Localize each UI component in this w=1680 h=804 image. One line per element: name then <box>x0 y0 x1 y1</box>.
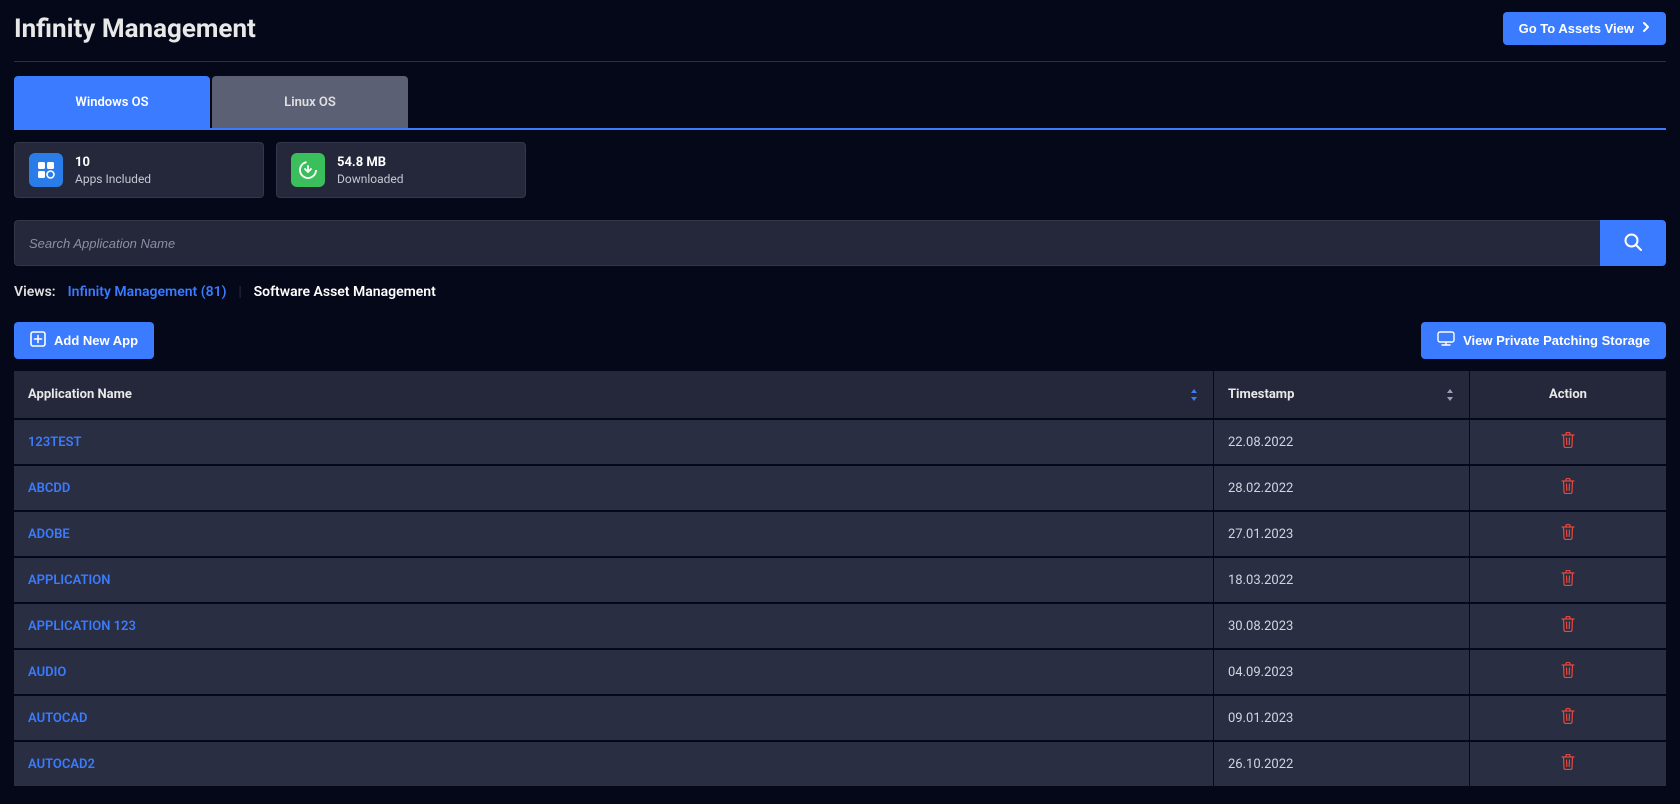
timestamp-cell: 09.01.2023 <box>1214 694 1470 740</box>
table-row: 123TEST 22.08.2022 <box>14 418 1666 464</box>
table-row: AUDIO 04.09.2023 <box>14 648 1666 694</box>
chevron-right-icon <box>1642 21 1650 36</box>
download-icon <box>291 153 325 187</box>
app-name-link[interactable]: AUDIO <box>28 665 66 680</box>
views-label: Views: <box>14 284 56 300</box>
sort-icon[interactable] <box>1189 388 1199 402</box>
timestamp-cell: 22.08.2022 <box>1214 418 1470 464</box>
actions-row: Add New App View Private Patching Storag… <box>14 322 1666 359</box>
tab-windows-os[interactable]: Windows OS <box>14 76 210 128</box>
table-row: ADOBE 27.01.2023 <box>14 510 1666 556</box>
view-private-patching-button[interactable]: View Private Patching Storage <box>1421 322 1666 359</box>
trash-icon[interactable] <box>1561 708 1575 724</box>
trash-icon[interactable] <box>1561 524 1575 540</box>
app-name-link[interactable]: ADOBE <box>28 527 70 542</box>
timestamp-cell: 28.02.2022 <box>1214 464 1470 510</box>
th-timestamp[interactable]: Timestamp <box>1214 371 1470 418</box>
tab-linux-label: Linux OS <box>284 95 336 110</box>
th-timestamp-label: Timestamp <box>1228 387 1294 402</box>
add-new-app-button[interactable]: Add New App <box>14 322 154 359</box>
app-name-link[interactable]: AUTOCAD <box>28 711 88 726</box>
table-row: APPLICATION 18.03.2022 <box>14 556 1666 602</box>
add-new-app-label: Add New App <box>54 333 138 348</box>
table-row: ABCDD 28.02.2022 <box>14 464 1666 510</box>
go-to-assets-label: Go To Assets View <box>1519 21 1634 36</box>
trash-icon[interactable] <box>1561 616 1575 632</box>
app-name-link[interactable]: APPLICATION 123 <box>28 619 136 634</box>
timestamp-cell: 30.08.2023 <box>1214 602 1470 648</box>
th-application-name[interactable]: Application Name <box>14 371 1214 418</box>
trash-icon[interactable] <box>1561 570 1575 586</box>
th-action-label: Action <box>1549 387 1587 402</box>
app-name-link[interactable]: 123TEST <box>28 435 82 450</box>
page-title: Infinity Management <box>14 14 256 44</box>
stats-row: 10 Apps Included 54.8 MB Downloaded <box>14 142 1666 198</box>
views-separator: | <box>239 284 242 300</box>
app-name-link[interactable]: AUTOCAD2 <box>28 757 95 772</box>
table-row: AUTOCAD 09.01.2023 <box>14 694 1666 740</box>
os-tabs: Windows OS Linux OS <box>14 76 1666 130</box>
tab-linux-os[interactable]: Linux OS <box>212 76 408 128</box>
app-name-link[interactable]: APPLICATION <box>28 573 110 588</box>
timestamp-cell: 26.10.2022 <box>1214 740 1470 786</box>
views-link-sam[interactable]: Software Asset Management <box>254 284 436 300</box>
trash-icon[interactable] <box>1561 662 1575 678</box>
apps-value: 10 <box>75 155 151 170</box>
timestamp-cell: 18.03.2022 <box>1214 556 1470 602</box>
tab-windows-label: Windows OS <box>75 95 148 110</box>
views-row: Views: Infinity Management (81) | Softwa… <box>14 284 1666 300</box>
apps-icon <box>29 153 63 187</box>
page-header: Infinity Management Go To Assets View <box>14 12 1666 62</box>
timestamp-cell: 27.01.2023 <box>1214 510 1470 556</box>
table-row: APPLICATION 123 30.08.2023 <box>14 602 1666 648</box>
plus-square-icon <box>30 331 46 350</box>
go-to-assets-button[interactable]: Go To Assets View <box>1503 12 1666 45</box>
trash-icon[interactable] <box>1561 478 1575 494</box>
timestamp-cell: 04.09.2023 <box>1214 648 1470 694</box>
applications-table: Application Name Timestamp <box>14 371 1666 786</box>
downloaded-label: Downloaded <box>337 172 404 186</box>
search-button[interactable] <box>1600 220 1666 266</box>
apps-label: Apps Included <box>75 172 151 186</box>
views-link-infinity[interactable]: Infinity Management (81) <box>68 284 227 300</box>
downloaded-value: 54.8 MB <box>337 155 404 170</box>
stat-downloaded: 54.8 MB Downloaded <box>276 142 526 198</box>
search-input[interactable] <box>14 220 1600 266</box>
th-app-name-label: Application Name <box>28 387 132 402</box>
table-row: AUTOCAD2 26.10.2022 <box>14 740 1666 786</box>
trash-icon[interactable] <box>1561 754 1575 770</box>
app-name-link[interactable]: ABCDD <box>28 481 70 496</box>
view-private-patching-label: View Private Patching Storage <box>1463 333 1650 348</box>
search-row <box>14 220 1666 266</box>
search-icon <box>1623 232 1643 255</box>
sort-icon[interactable] <box>1445 388 1455 402</box>
storage-icon <box>1437 331 1455 350</box>
stat-apps-included: 10 Apps Included <box>14 142 264 198</box>
th-action: Action <box>1470 371 1666 418</box>
trash-icon[interactable] <box>1561 432 1575 448</box>
